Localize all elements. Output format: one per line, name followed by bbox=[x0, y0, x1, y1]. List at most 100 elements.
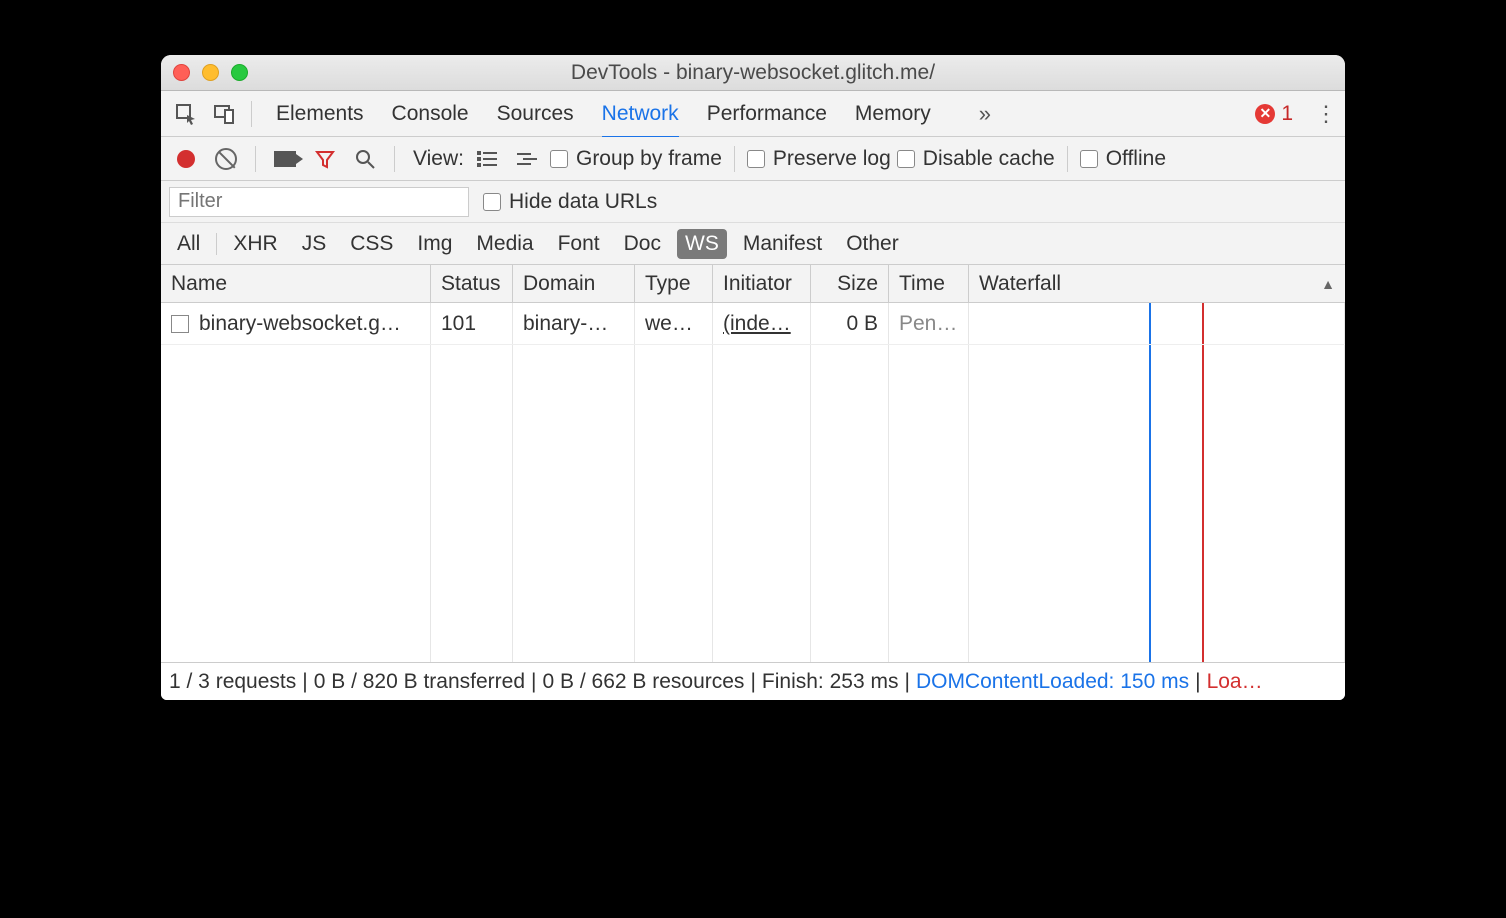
window-controls bbox=[173, 64, 248, 81]
col-time[interactable]: Time bbox=[889, 265, 969, 302]
separator bbox=[394, 146, 395, 172]
table-row[interactable]: binary-websocket.g… 101 binary-… we… (in… bbox=[161, 303, 1345, 345]
cell-waterfall bbox=[969, 303, 1345, 344]
minimize-window-button[interactable] bbox=[202, 64, 219, 81]
domcontentloaded-marker bbox=[1149, 303, 1151, 662]
waterfall-column bbox=[969, 303, 1345, 662]
error-badge[interactable]: ✕ 1 bbox=[1255, 102, 1293, 126]
tab-network[interactable]: Network bbox=[602, 102, 679, 139]
resource-icon bbox=[171, 315, 189, 333]
checkbox-icon[interactable] bbox=[550, 150, 568, 168]
tabs-overflow-icon[interactable]: » bbox=[979, 101, 991, 127]
screenshot-icon[interactable] bbox=[268, 142, 302, 176]
type-img[interactable]: Img bbox=[409, 229, 460, 259]
inspect-element-icon[interactable] bbox=[169, 97, 203, 131]
window-title: DevTools - binary-websocket.glitch.me/ bbox=[161, 61, 1345, 85]
grid-body: binary-websocket.g… 101 binary-… we… (in… bbox=[161, 303, 1345, 662]
col-waterfall-label: Waterfall bbox=[979, 272, 1061, 296]
sort-ascending-icon: ▲ bbox=[1321, 276, 1335, 292]
tab-sources[interactable]: Sources bbox=[497, 102, 574, 126]
zoom-window-button[interactable] bbox=[231, 64, 248, 81]
separator bbox=[251, 101, 252, 127]
filter-bar: Hide data URLs bbox=[161, 181, 1345, 223]
cell-domain: binary-… bbox=[513, 303, 635, 344]
close-window-button[interactable] bbox=[173, 64, 190, 81]
col-initiator[interactable]: Initiator bbox=[713, 265, 811, 302]
checkbox-icon[interactable] bbox=[747, 150, 765, 168]
type-other[interactable]: Other bbox=[838, 229, 907, 259]
preserve-log-option[interactable]: Preserve log bbox=[747, 147, 891, 171]
devtools-window: DevTools - binary-websocket.glitch.me/ E… bbox=[161, 55, 1345, 700]
clear-button[interactable] bbox=[209, 142, 243, 176]
sb-requests: 1 / 3 requests bbox=[169, 670, 296, 694]
sb-load: Loa… bbox=[1207, 670, 1263, 694]
cell-name: binary-websocket.g… bbox=[161, 303, 431, 344]
type-js[interactable]: JS bbox=[294, 229, 335, 259]
panel-tabs: Elements Console Sources Network Perform… bbox=[276, 101, 991, 127]
checkbox-icon[interactable] bbox=[483, 193, 501, 211]
offline-label: Offline bbox=[1106, 147, 1166, 171]
disable-cache-label: Disable cache bbox=[923, 147, 1055, 171]
load-marker bbox=[1202, 303, 1204, 662]
type-css[interactable]: CSS bbox=[342, 229, 401, 259]
group-by-frame-label: Group by frame bbox=[576, 147, 722, 171]
device-toggle-icon[interactable] bbox=[207, 97, 241, 131]
record-button[interactable] bbox=[169, 142, 203, 176]
type-xhr[interactable]: XHR bbox=[225, 229, 285, 259]
settings-menu-icon[interactable]: ⋮ bbox=[1315, 101, 1337, 127]
network-toolbar: View: Group by frame Preserve log Disabl… bbox=[161, 137, 1345, 181]
offline-option[interactable]: Offline bbox=[1080, 147, 1166, 171]
tab-performance[interactable]: Performance bbox=[707, 102, 827, 126]
main-tabbar: Elements Console Sources Network Perform… bbox=[161, 91, 1345, 137]
sb-domcontentloaded: DOMContentLoaded: 150 ms bbox=[916, 670, 1189, 694]
type-font[interactable]: Font bbox=[550, 229, 608, 259]
col-waterfall[interactable]: Waterfall ▲ bbox=[969, 265, 1345, 302]
checkbox-icon[interactable] bbox=[897, 150, 915, 168]
type-all[interactable]: All bbox=[169, 229, 208, 259]
cell-time: Pen… bbox=[889, 303, 969, 344]
request-name: binary-websocket.g… bbox=[199, 312, 401, 336]
grid-header: Name Status Domain Type Initiator Size T… bbox=[161, 265, 1345, 303]
cell-initiator: (inde… bbox=[713, 303, 811, 344]
titlebar: DevTools - binary-websocket.glitch.me/ bbox=[161, 55, 1345, 91]
checkbox-icon[interactable] bbox=[1080, 150, 1098, 168]
sb-finish: Finish: 253 ms bbox=[762, 670, 899, 694]
filter-input[interactable] bbox=[169, 187, 469, 217]
hide-data-urls-label: Hide data URLs bbox=[509, 190, 657, 214]
sb-resources: 0 B / 662 B resources bbox=[542, 670, 744, 694]
group-by-frame-option[interactable]: Group by frame bbox=[550, 147, 722, 171]
type-media[interactable]: Media bbox=[468, 229, 541, 259]
separator bbox=[216, 233, 217, 255]
type-ws[interactable]: WS bbox=[677, 229, 727, 259]
col-domain[interactable]: Domain bbox=[513, 265, 635, 302]
col-name[interactable]: Name bbox=[161, 265, 431, 302]
status-bar: 1 / 3 requests| 0 B / 820 B transferred|… bbox=[161, 662, 1345, 700]
type-doc[interactable]: Doc bbox=[616, 229, 669, 259]
cell-status: 101 bbox=[431, 303, 513, 344]
error-icon: ✕ bbox=[1255, 104, 1275, 124]
hide-data-urls-option[interactable]: Hide data URLs bbox=[483, 190, 657, 214]
request-type-bar: All XHR JS CSS Img Media Font Doc WS Man… bbox=[161, 223, 1345, 265]
type-manifest[interactable]: Manifest bbox=[735, 229, 830, 259]
tab-elements[interactable]: Elements bbox=[276, 102, 364, 126]
col-type[interactable]: Type bbox=[635, 265, 713, 302]
col-size[interactable]: Size bbox=[811, 265, 889, 302]
tab-console[interactable]: Console bbox=[392, 102, 469, 126]
filter-toggle-icon[interactable] bbox=[308, 142, 342, 176]
preserve-log-label: Preserve log bbox=[773, 147, 891, 171]
view-large-icon[interactable] bbox=[470, 142, 504, 176]
tab-memory[interactable]: Memory bbox=[855, 102, 931, 126]
sb-transferred: 0 B / 820 B transferred bbox=[314, 670, 525, 694]
disable-cache-option[interactable]: Disable cache bbox=[897, 147, 1055, 171]
separator bbox=[1067, 146, 1068, 172]
cell-type: we… bbox=[635, 303, 713, 344]
search-icon[interactable] bbox=[348, 142, 382, 176]
view-label: View: bbox=[413, 147, 464, 171]
view-small-icon[interactable] bbox=[510, 142, 544, 176]
separator bbox=[734, 146, 735, 172]
grid-col-lines bbox=[161, 303, 1345, 662]
error-count: 1 bbox=[1281, 102, 1293, 126]
separator bbox=[255, 146, 256, 172]
col-status[interactable]: Status bbox=[431, 265, 513, 302]
initiator-link[interactable]: (inde… bbox=[723, 312, 791, 336]
